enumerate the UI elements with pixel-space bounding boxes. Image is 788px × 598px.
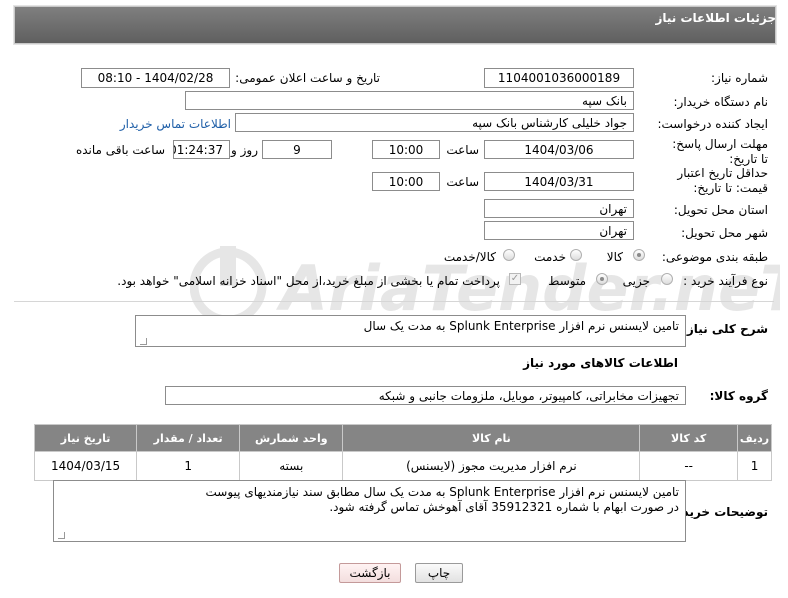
table-header-row: ردیف کد کالا نام کالا واحد شمارش تعداد /… bbox=[33, 424, 772, 452]
goods-group-label: گروه کالا: bbox=[709, 389, 768, 403]
requester-label: ایجاد کننده درخواست: bbox=[657, 117, 768, 131]
category-label: طبقه بندی موضوعی: bbox=[661, 250, 768, 264]
cell-item-code: -- bbox=[639, 451, 739, 481]
section-divider bbox=[14, 301, 774, 302]
category-radio-service[interactable] bbox=[570, 249, 582, 261]
buyer-notes-line-2: در صورت ابهام با شماره 35912321 آقای آهو… bbox=[329, 500, 679, 514]
delivery-province-field: تهران bbox=[484, 199, 634, 218]
buyer-notes-line-1: تامین لایسنس نرم افزار Splunk Enterprise… bbox=[205, 485, 680, 499]
col-item-code: کد کالا bbox=[639, 424, 739, 452]
announce-datetime-field: 1404/02/28 - 08:10 bbox=[81, 68, 230, 88]
process-radio-minor[interactable] bbox=[661, 273, 673, 285]
process-option-medium: متوسط bbox=[548, 274, 586, 288]
reply-deadline-label: مهلت ارسال پاسخ: تا تاریخ: bbox=[672, 137, 768, 166]
need-number-field: 1104001036000189 bbox=[484, 68, 634, 88]
category-radio-goods-service[interactable] bbox=[503, 249, 515, 261]
price-validity-time-label: ساعت bbox=[446, 175, 479, 189]
goods-section-title: اطلاعات کالاهای مورد نیاز bbox=[523, 356, 678, 370]
col-unit: واحد شمارش bbox=[239, 424, 344, 452]
buyer-org-field: بانک سپه bbox=[185, 91, 634, 110]
cell-row-number: 1 bbox=[737, 451, 772, 481]
payment-checkbox[interactable]: ✓ bbox=[509, 273, 521, 285]
delivery-province-label: استان محل تحویل: bbox=[673, 203, 768, 217]
col-item-name: نام کالا bbox=[342, 424, 641, 452]
delivery-city-label: شهر محل تحویل: bbox=[681, 226, 768, 240]
process-type-label: نوع فرآیند خرید : bbox=[683, 274, 768, 288]
description-label: شرح کلی نیاز: bbox=[682, 322, 768, 336]
announce-datetime-label: تاریخ و ساعت اعلان عمومی: bbox=[235, 71, 380, 85]
buyer-org-label: نام دستگاه خریدار: bbox=[673, 95, 769, 109]
back-button[interactable]: بازگشت bbox=[339, 563, 401, 583]
cell-unit: بسته bbox=[239, 451, 344, 481]
page-title: جزئیات اطلاعات نیاز bbox=[655, 11, 776, 25]
category-option-service: خدمت bbox=[534, 250, 566, 264]
cell-quantity: 1 bbox=[136, 451, 241, 481]
reply-deadline-time: 10:00 bbox=[372, 140, 440, 159]
buyer-contact-link[interactable]: اطلاعات تماس خریدار bbox=[120, 117, 231, 131]
reply-deadline-days-label: روز و bbox=[231, 143, 258, 157]
requester-field: جواد خلیلی کارشناس بانک سپه bbox=[235, 113, 634, 132]
goods-group-field: تجهیزات مخابراتی، کامپیوتر، موبایل، ملزو… bbox=[165, 386, 686, 405]
category-option-goods-service: کالا/خدمت bbox=[443, 250, 496, 264]
price-validity-date: 1404/03/31 bbox=[484, 172, 634, 191]
category-option-goods: کالا bbox=[606, 250, 623, 264]
cell-need-date: 1404/03/15 bbox=[33, 451, 138, 481]
col-quantity: تعداد / مقدار bbox=[136, 424, 241, 452]
price-validity-time: 10:00 bbox=[372, 172, 440, 191]
buyer-notes-field: تامین لایسنس نرم افزار Splunk Enterprise… bbox=[53, 480, 686, 542]
col-row-number: ردیف bbox=[737, 424, 772, 452]
remaining-time-label: ساعت باقی مانده bbox=[75, 143, 165, 157]
payment-note: پرداخت تمام یا بخشی از مبلغ خرید،از محل … bbox=[117, 274, 500, 288]
remaining-time-field: 01:24:37 bbox=[173, 140, 230, 159]
category-radio-goods[interactable] bbox=[633, 249, 645, 261]
reply-deadline-days: 9 bbox=[262, 140, 332, 159]
notes-resize-handle[interactable] bbox=[58, 532, 65, 539]
goods-table: ردیف کد کالا نام کالا واحد شمارش تعداد /… bbox=[33, 424, 772, 481]
print-button[interactable]: چاپ bbox=[415, 563, 463, 583]
process-option-minor: جزیی bbox=[622, 274, 650, 288]
need-number-label: شماره نیاز: bbox=[711, 71, 768, 85]
process-radio-medium[interactable] bbox=[596, 273, 608, 285]
col-need-date: تاریخ نیاز bbox=[33, 424, 138, 452]
price-validity-label: حداقل تاریخ اعتبار قیمت: تا تاریخ: bbox=[677, 166, 768, 195]
reply-deadline-date: 1404/03/06 bbox=[484, 140, 634, 159]
description-field: تامین لایسنس نرم افزار Splunk Enterprise… bbox=[135, 315, 686, 347]
delivery-city-field: تهران bbox=[484, 221, 634, 240]
table-row: 1 -- نرم افزار مدیریت مجوز (لایسنس) بسته… bbox=[33, 451, 772, 481]
resize-handle[interactable] bbox=[140, 338, 147, 345]
cell-item-name: نرم افزار مدیریت مجوز (لایسنس) bbox=[342, 451, 641, 481]
reply-deadline-time-label: ساعت bbox=[446, 143, 479, 157]
